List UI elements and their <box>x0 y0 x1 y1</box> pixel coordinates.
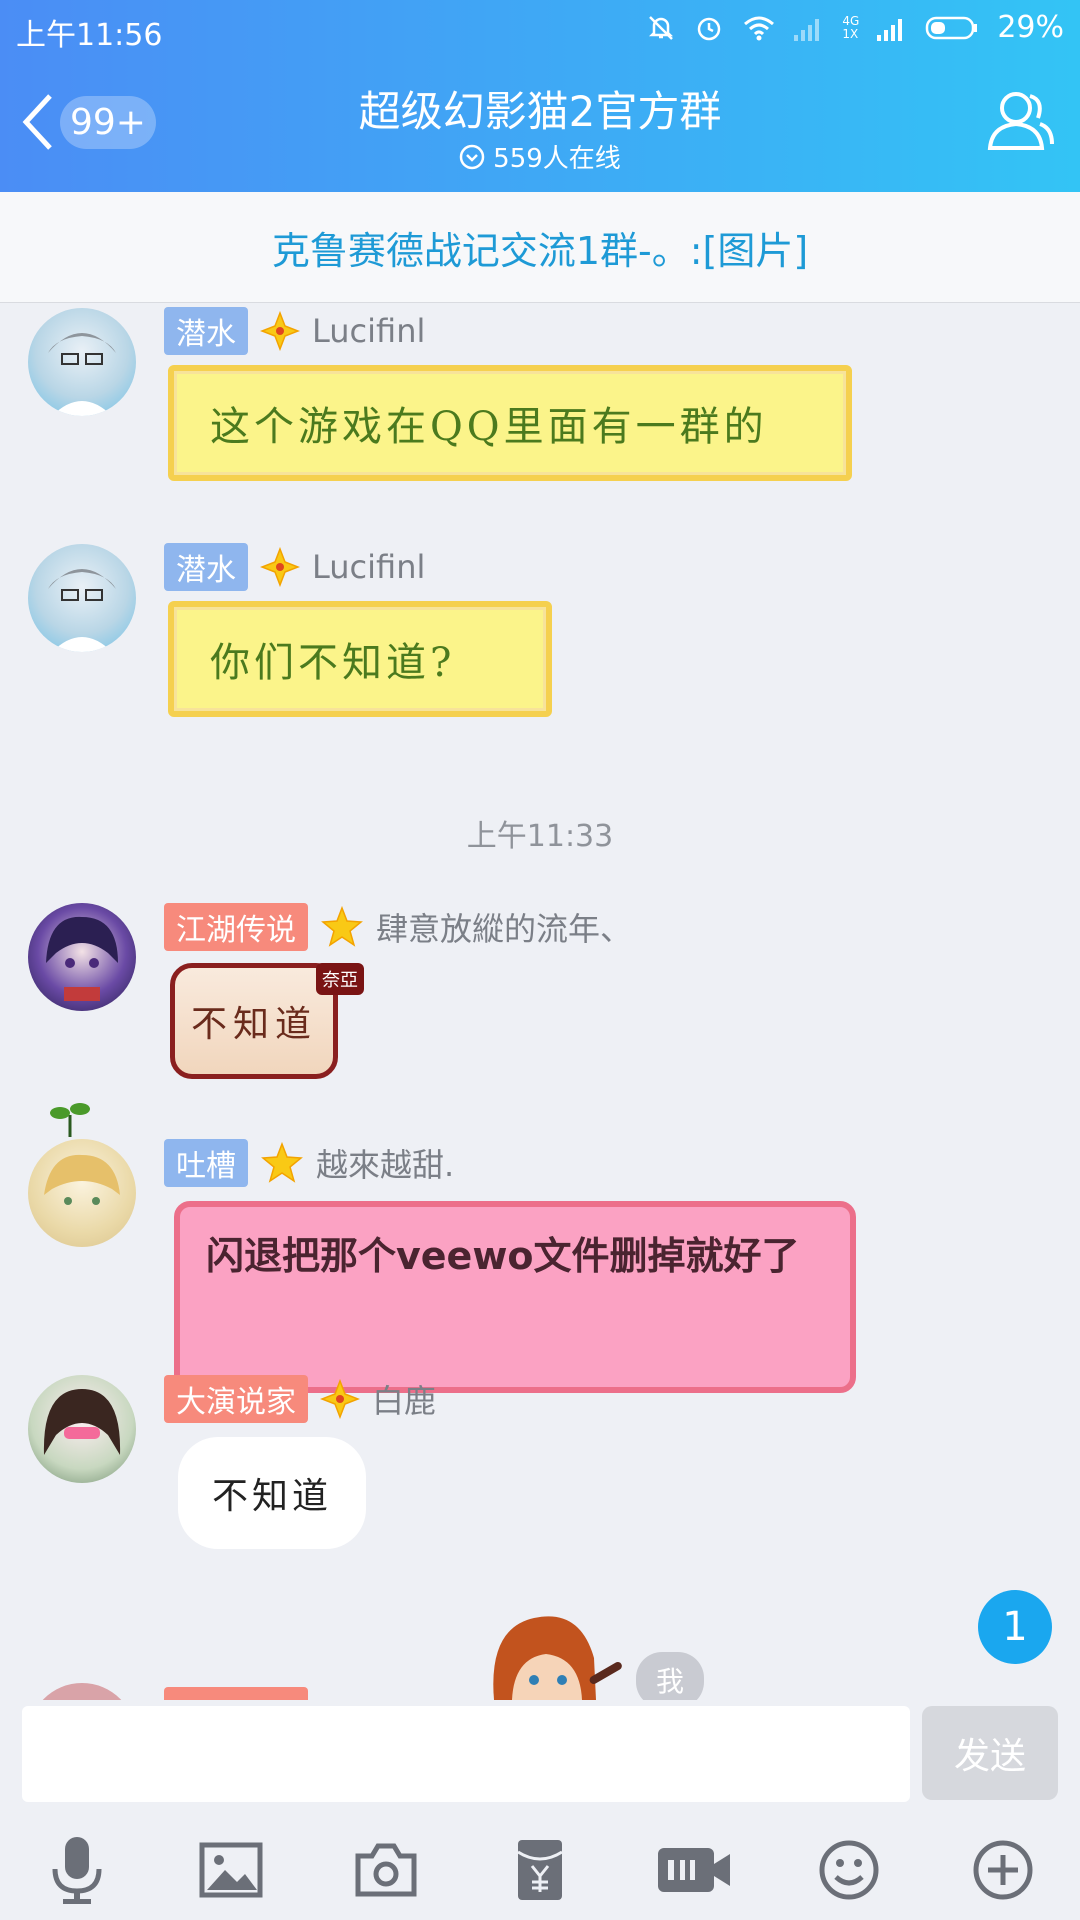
avatar[interactable] <box>28 308 136 416</box>
avatar[interactable] <box>28 544 136 652</box>
signal-icon <box>877 18 903 41</box>
sender-meta: 吐槽 越來越甜. <box>164 1139 454 1187</box>
message-timestamp: 上午11:33 <box>466 819 614 854</box>
image-button[interactable] <box>191 1830 271 1910</box>
gif-button[interactable] <box>654 1830 734 1910</box>
vip-diamond-icon <box>320 1379 360 1419</box>
alarm-icon <box>698 17 721 40</box>
vip-star-icon <box>261 1141 303 1183</box>
wifi-icon <box>744 16 775 40</box>
message-input[interactable] <box>22 1706 910 1802</box>
message-bubble[interactable]: 不知道 <box>170 963 338 1079</box>
chat-header: 上午11:56 4G 1X 29% 99+ 超级幻影猫2官方群 559人在线 <box>0 0 1080 192</box>
camera-button[interactable] <box>346 1830 426 1910</box>
message-bubble[interactable]: 你们不知道? <box>168 601 552 717</box>
people-icon <box>987 92 1054 150</box>
emoji-icon <box>819 1840 879 1900</box>
image-icon <box>199 1842 263 1898</box>
level-tag: 吐槽 <box>164 1139 248 1187</box>
message-text: 不知道 <box>190 1004 317 1045</box>
gif-icon <box>658 1848 731 1892</box>
level-tag: 潜水 <box>164 307 248 355</box>
sender-name[interactable]: 越來越甜. <box>316 1140 454 1186</box>
message-text: 闪退把那个veewo文件删掉就好了 <box>206 1234 800 1278</box>
avatar[interactable] <box>28 903 136 1011</box>
level-tag: 大演说家 <box>164 1375 308 1423</box>
level-tag: 江湖传说 <box>164 903 308 951</box>
sender-name[interactable]: Lucifinl <box>312 312 425 350</box>
online-check-icon <box>459 144 485 169</box>
send-button[interactable]: 发送 <box>922 1706 1058 1800</box>
new-message-bubble[interactable]: 1 <box>978 1590 1052 1664</box>
online-count[interactable]: 559人在线 <box>0 138 1080 175</box>
sender-meta: 江湖传说 肆意放縱的流年、 <box>164 903 632 951</box>
battery-percent: 29% <box>997 10 1064 45</box>
mute-bell-icon <box>649 15 674 40</box>
message-text: 你们不知道? <box>210 640 456 686</box>
group-title[interactable]: 超级幻影猫2官方群 <box>0 78 1080 139</box>
message-text: 不知道 <box>212 1476 333 1517</box>
status-bar: 上午11:56 4G 1X 29% <box>0 0 1080 56</box>
avatar[interactable] <box>28 1375 136 1483</box>
message-bubble[interactable]: 这个游戏在QQ里面有一群的 <box>168 365 852 481</box>
plus-icon <box>973 1840 1033 1900</box>
sender-meta: 潜水 Lucifinl <box>164 543 425 591</box>
chat-area[interactable]: 潜水 Lucifinl 这个游戏在QQ里面有一群的 潜水 Lucifinl 你们… <box>0 303 1080 1703</box>
sender-name[interactable]: 肆意放縱的流年、 <box>376 904 632 950</box>
battery-icon <box>926 16 978 39</box>
camera-icon <box>355 1843 417 1897</box>
message-bubble[interactable]: 不知道 <box>178 1437 367 1549</box>
sticker-tag: 奈亞 <box>316 963 364 995</box>
avatar[interactable] <box>28 1139 136 1247</box>
more-button[interactable] <box>963 1830 1043 1910</box>
group-members-button[interactable] <box>986 88 1056 156</box>
status-icons: 4G 1X 29% <box>646 10 1064 45</box>
mascot-character-icon <box>493 1616 622 1700</box>
vip-diamond-icon <box>260 311 300 351</box>
pinned-notice[interactable]: 克鲁赛德战记交流1群-。:[图片] <box>0 192 1080 303</box>
sprout-icon <box>50 1103 90 1137</box>
level-tag: 潜水 <box>164 543 248 591</box>
network-type-label: 4G 1X <box>842 13 860 41</box>
microphone-icon <box>52 1837 102 1904</box>
status-time: 上午11:56 <box>16 18 163 53</box>
sender-name[interactable]: Lucifinl <box>312 548 425 586</box>
signal-weak-icon <box>794 18 820 41</box>
online-count-label: 559人在线 <box>493 144 621 174</box>
message-text: 这个游戏在QQ里面有一群的 <box>210 404 768 450</box>
input-toolbar <box>0 1830 1080 1910</box>
red-packet-icon <box>517 1840 563 1900</box>
red-packet-button[interactable] <box>500 1830 580 1910</box>
vip-diamond-icon <box>260 547 300 587</box>
sender-name[interactable]: 白鹿 <box>372 1376 436 1422</box>
message-bubble[interactable]: 闪退把那个veewo文件删掉就好了 <box>174 1201 856 1393</box>
sender-meta: 大演说家 白鹿 <box>164 1375 436 1423</box>
voice-button[interactable] <box>37 1830 117 1910</box>
sender-meta: 潜水 Lucifinl <box>164 307 425 355</box>
vip-star-icon <box>321 905 363 947</box>
emoji-button[interactable] <box>809 1830 889 1910</box>
input-bar: 发送 <box>0 1700 1080 1920</box>
